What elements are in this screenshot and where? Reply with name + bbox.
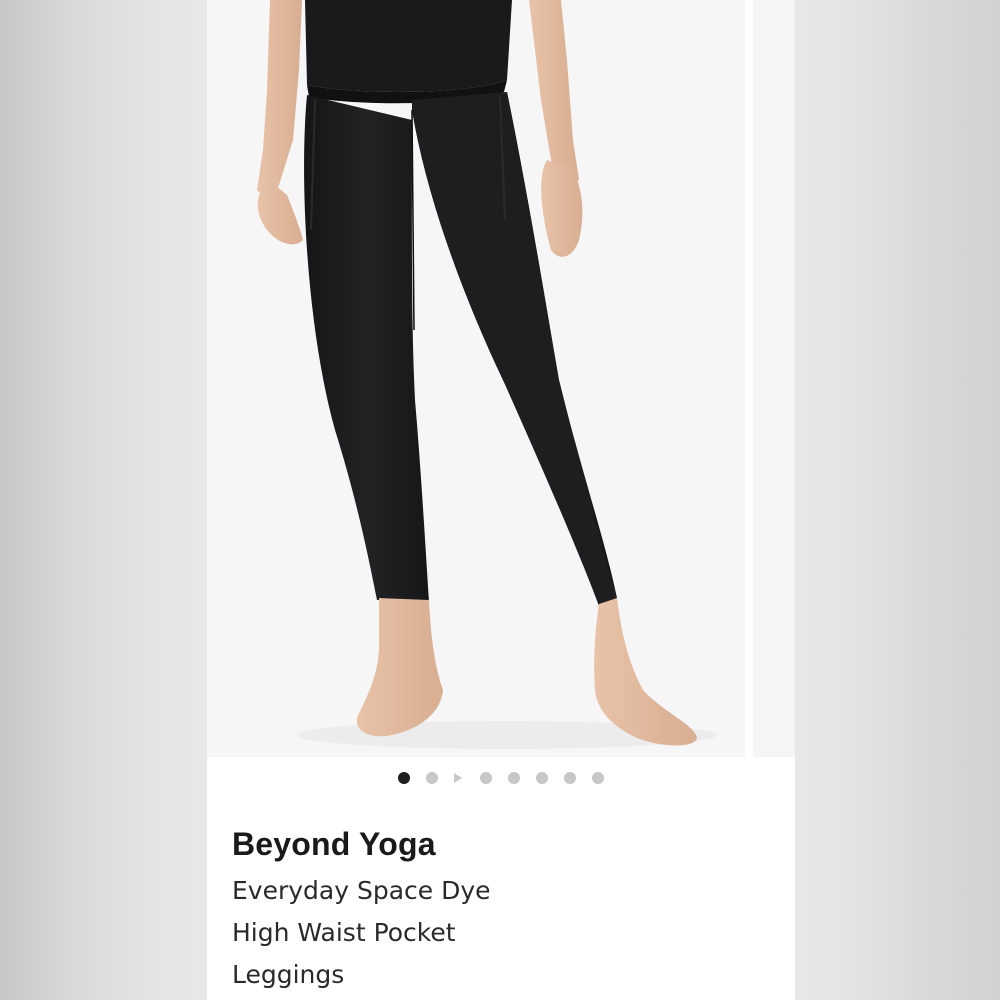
gallery-dot-2[interactable]: [426, 772, 438, 784]
gallery-dot-8[interactable]: [592, 772, 604, 784]
next-photo-preview[interactable]: [753, 0, 795, 757]
gallery-pagination: [207, 768, 795, 788]
product-title-line-2: High Waist Pocket: [232, 918, 456, 947]
gallery-dot-5[interactable]: [508, 772, 520, 784]
screenshot-backdrop: Beyond Yoga Everyday Space Dye High Wais…: [0, 0, 1000, 1000]
product-page: Beyond Yoga Everyday Space Dye High Wais…: [207, 0, 795, 1000]
gallery-dot-6[interactable]: [536, 772, 548, 784]
product-image-gallery[interactable]: [207, 0, 795, 757]
product-info: Beyond Yoga Everyday Space Dye High Wais…: [232, 818, 772, 996]
product-photo[interactable]: [207, 0, 745, 757]
gallery-dot-4[interactable]: [480, 772, 492, 784]
gallery-dot-1[interactable]: [398, 772, 410, 784]
gallery-dot-7[interactable]: [564, 772, 576, 784]
leggings-photo-illustration: [257, 0, 717, 749]
product-title-line-1: Everyday Space Dye: [232, 876, 491, 905]
play-triangle-icon[interactable]: [454, 773, 462, 783]
product-brand-link[interactable]: Beyond Yoga: [232, 818, 772, 870]
product-title-line-3: Leggings: [232, 960, 345, 989]
